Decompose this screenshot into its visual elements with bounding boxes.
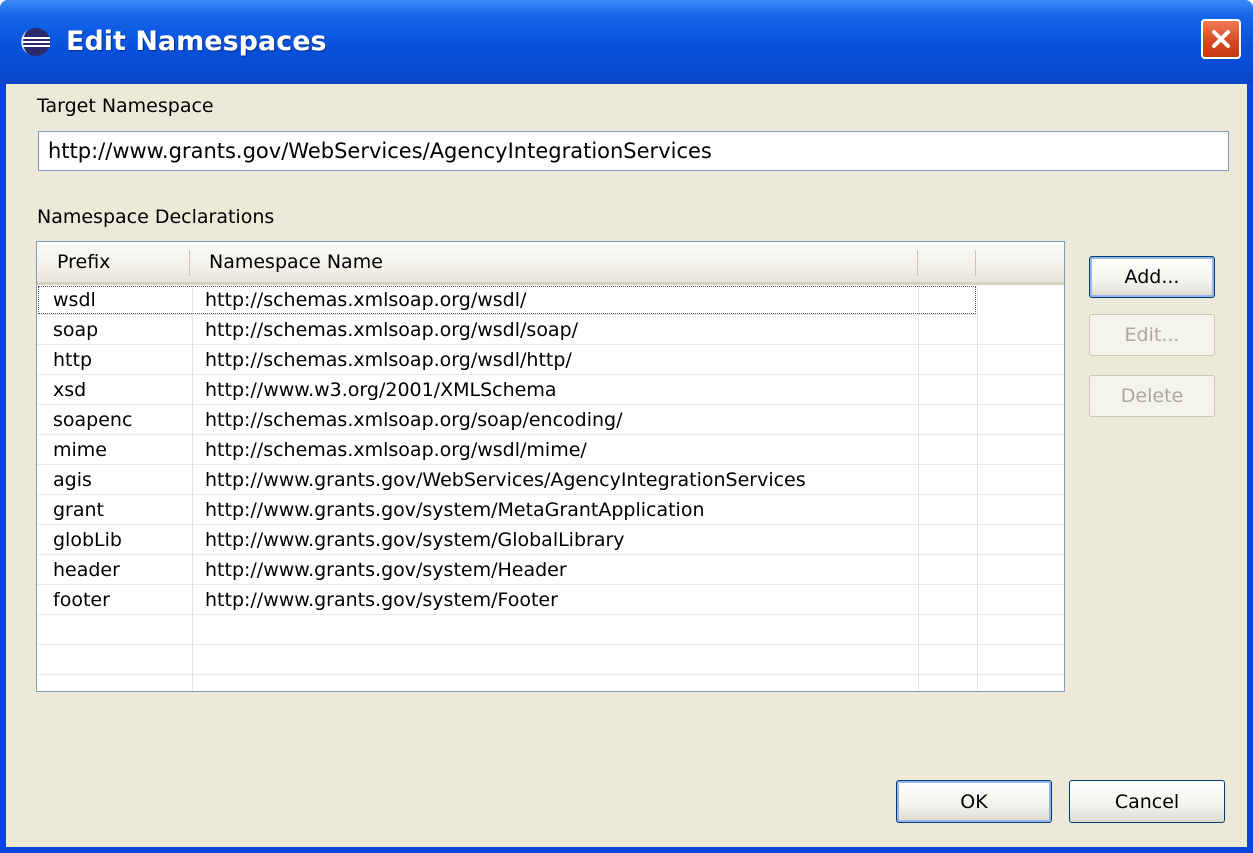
ok-button[interactable]: OK (896, 780, 1052, 823)
cell-namespace-name: http://www.grants.gov/WebServices/Agency… (205, 469, 806, 491)
cell-prefix: http (53, 349, 93, 371)
cell-namespace-name: http://schemas.xmlsoap.org/soap/encoding… (205, 409, 623, 431)
dialog-window: Edit Namespaces Target Namespace http://… (0, 0, 1253, 853)
column-header-prefix[interactable]: Prefix (57, 242, 110, 282)
cell-namespace-name: http://www.w3.org/2001/XMLSchema (205, 379, 557, 401)
cell-prefix: mime (53, 439, 107, 461)
cell-namespace-name: http://schemas.xmlsoap.org/wsdl/ (205, 289, 527, 311)
column-divider[interactable] (189, 250, 190, 276)
target-namespace-input[interactable]: http://www.grants.gov/WebServices/Agency… (38, 131, 1229, 171)
cell-namespace-name: http://schemas.xmlsoap.org/wsdl/mime/ (205, 439, 587, 461)
dialog-body: Target Namespace http://www.grants.gov/W… (6, 84, 1247, 847)
table-row[interactable]: wsdl http://schemas.xmlsoap.org/wsdl/ (37, 285, 977, 315)
column-divider[interactable] (917, 250, 918, 276)
column-gridline (977, 285, 978, 691)
namespace-declarations-label: Namespace Declarations (37, 206, 275, 228)
column-header-namespace-name[interactable]: Namespace Name (209, 242, 383, 282)
close-icon (1212, 30, 1230, 48)
cell-namespace-name: http://schemas.xmlsoap.org/wsdl/soap/ (205, 319, 579, 341)
cell-namespace-name: http://schemas.xmlsoap.org/wsdl/http/ (205, 349, 572, 371)
column-divider[interactable] (975, 250, 976, 276)
window-title: Edit Namespaces (66, 26, 327, 57)
cell-prefix: footer (53, 589, 110, 611)
cell-namespace-name: http://www.grants.gov/system/MetaGrantAp… (205, 499, 705, 521)
column-gridline (918, 285, 919, 691)
table-header: Prefix Namespace Name (37, 242, 1064, 285)
cell-prefix: soap (53, 319, 99, 341)
add-button[interactable]: Add... (1089, 256, 1215, 298)
namespace-table[interactable]: Prefix Namespace Name wsdl http://schemas… (36, 241, 1065, 692)
eclipse-icon (21, 28, 50, 56)
cell-prefix: soapenc (53, 409, 133, 431)
target-namespace-label: Target Namespace (37, 95, 214, 117)
cell-prefix: globLib (53, 529, 122, 551)
title-bar[interactable]: Edit Namespaces (0, 0, 1253, 84)
cell-prefix: grant (53, 499, 105, 521)
cell-prefix: wsdl (53, 289, 96, 311)
cell-prefix: agis (53, 469, 92, 491)
cell-prefix: xsd (53, 379, 87, 401)
edit-button[interactable]: Edit... (1089, 314, 1215, 356)
cell-namespace-name: http://www.grants.gov/system/Header (205, 559, 567, 581)
delete-button[interactable]: Delete (1089, 375, 1215, 417)
cancel-button[interactable]: Cancel (1069, 780, 1225, 823)
column-gridline (192, 285, 193, 691)
cell-prefix: header (53, 559, 120, 581)
cell-namespace-name: http://www.grants.gov/system/Footer (205, 589, 558, 611)
cell-namespace-name: http://www.grants.gov/system/GlobalLibra… (205, 529, 625, 551)
close-button[interactable] (1201, 19, 1241, 59)
